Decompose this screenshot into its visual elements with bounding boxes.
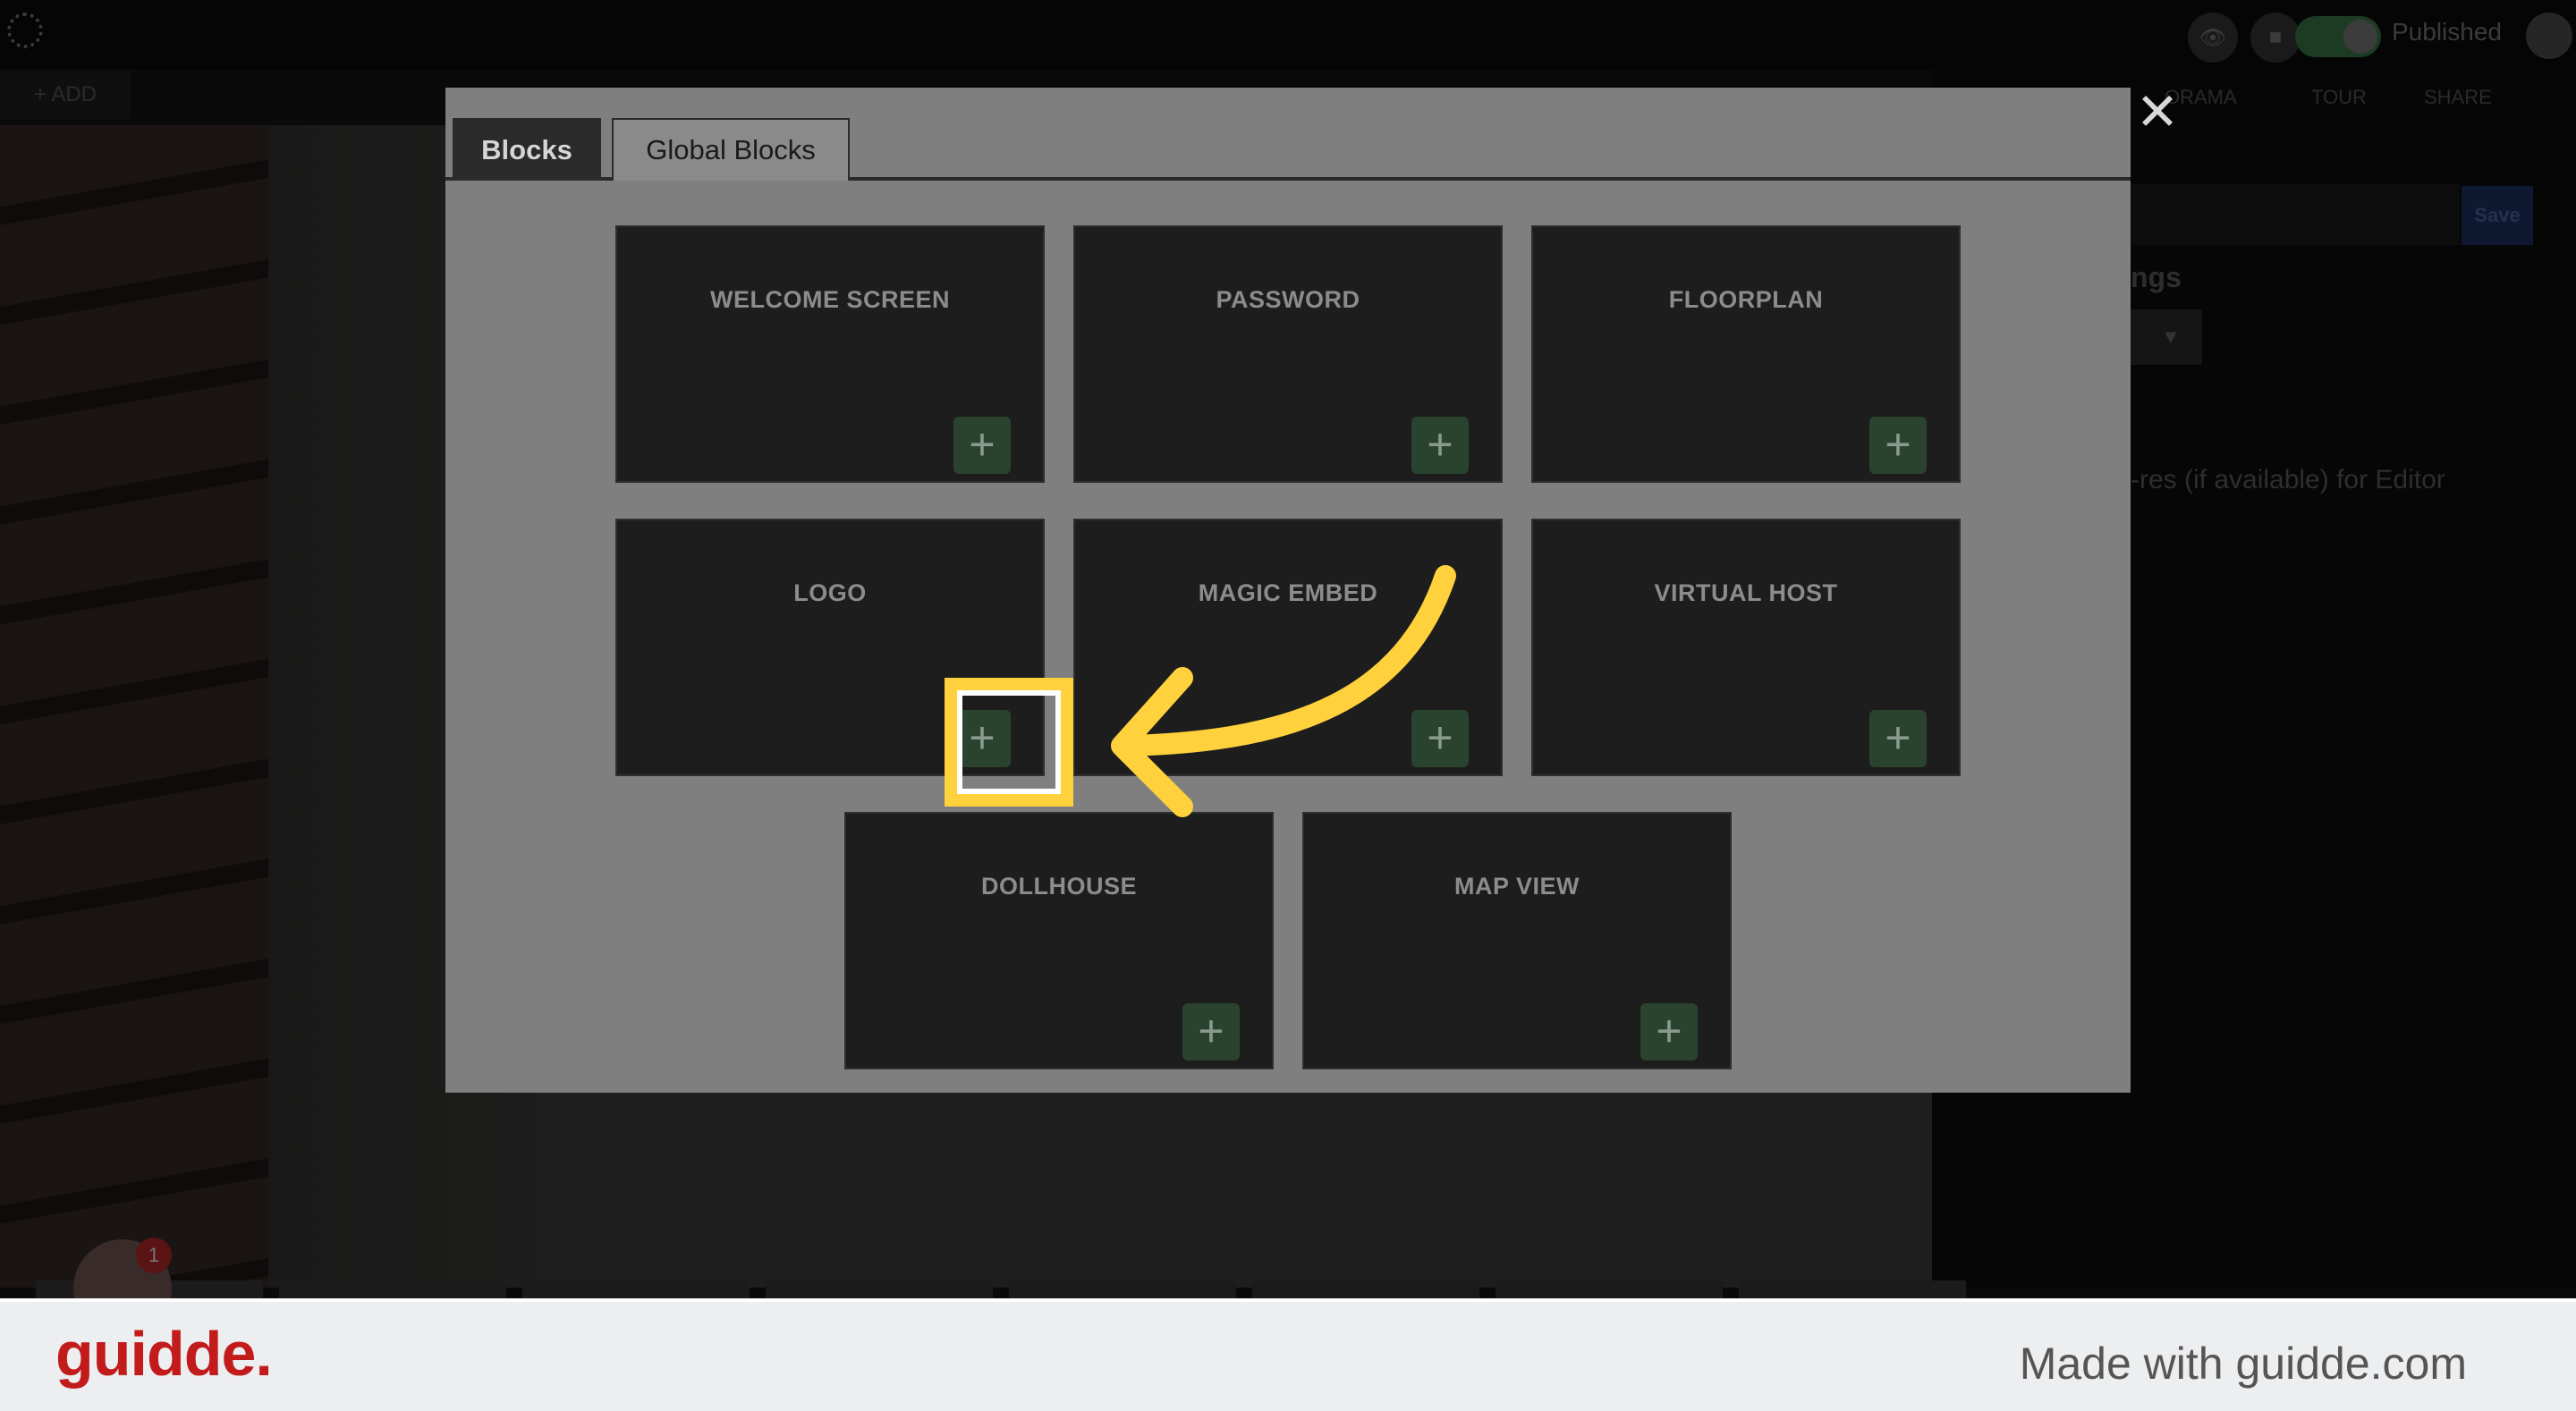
- save-button[interactable]: Save: [2462, 186, 2533, 245]
- tab-share[interactable]: SHARE: [2424, 86, 2492, 109]
- block-title: DOLLHOUSE: [980, 873, 1137, 900]
- made-with-text[interactable]: Made with guidde.com: [2020, 1338, 2467, 1390]
- modal-tabs: Blocks Global Blocks: [445, 88, 2131, 181]
- guidde-logo[interactable]: guidde.: [55, 1318, 273, 1390]
- block-title: MAGIC EMBED: [1198, 579, 1378, 606]
- scene-thumbnail[interactable]: [1739, 1280, 1966, 1298]
- title-input[interactable]: [2129, 184, 2460, 245]
- scene-thumbnail[interactable]: [522, 1280, 750, 1298]
- guidde-footer: guidde. Made with guidde.com: [0, 1298, 2576, 1411]
- add-block-button[interactable]: +: [1411, 710, 1469, 767]
- add-block-button[interactable]: +: [1869, 710, 1927, 767]
- add-block-button[interactable]: +: [1640, 1003, 1698, 1060]
- tab-global-blocks[interactable]: Global Blocks: [612, 118, 850, 181]
- scene-thumbnail[interactable]: [1252, 1280, 1479, 1298]
- top-bar: 👁 ■ Published: [0, 0, 2576, 70]
- block-title: WELCOME SCREEN: [709, 286, 950, 313]
- highlight-inner-box: [957, 690, 1061, 794]
- tab-blocks[interactable]: Blocks: [453, 118, 601, 181]
- block-title: VIRTUAL HOST: [1654, 579, 1838, 606]
- save-icon[interactable]: ■: [2250, 13, 2301, 63]
- eye-icon[interactable]: 👁: [2188, 13, 2238, 63]
- add-block-button[interactable]: +: [953, 417, 1011, 474]
- scene-thumbnail[interactable]: [1496, 1280, 1723, 1298]
- scene-wall: [0, 125, 268, 1288]
- close-icon[interactable]: ✕: [2134, 87, 2181, 139]
- add-block-button[interactable]: +: [1869, 417, 1927, 474]
- block-card-password[interactable]: PASSWORD +: [1073, 225, 1503, 483]
- block-title: MAP VIEW: [1453, 873, 1580, 900]
- scene-thumbnails: [0, 1280, 1966, 1298]
- block-card-welcome-screen[interactable]: WELCOME SCREEN +: [615, 225, 1045, 483]
- toggle-knob: [2343, 20, 2377, 54]
- notification-badge: 1: [136, 1238, 172, 1273]
- add-block-button[interactable]: +: [1411, 417, 1469, 474]
- block-card-map-view[interactable]: MAP VIEW +: [1302, 812, 1732, 1069]
- block-title: FLOORPLAN: [1668, 286, 1824, 313]
- scene-thumbnail[interactable]: [1009, 1280, 1236, 1298]
- published-label: Published: [2392, 18, 2502, 46]
- app-logo-icon[interactable]: [7, 13, 43, 48]
- blocks-modal: Blocks Global Blocks WELCOME SCREEN + PA…: [445, 88, 2131, 1093]
- block-card-floorplan[interactable]: FLOORPLAN +: [1531, 225, 1961, 483]
- publish-toggle[interactable]: [2295, 16, 2381, 57]
- tab-tour[interactable]: TOUR: [2311, 86, 2367, 109]
- scene-thumbnail[interactable]: [766, 1280, 993, 1298]
- avatar[interactable]: [2526, 13, 2572, 59]
- block-card-virtual-host[interactable]: VIRTUAL HOST +: [1531, 519, 1961, 776]
- settings-heading: ngs: [2131, 261, 2182, 293]
- block-title: PASSWORD: [1216, 286, 1360, 313]
- chevron-down-icon: ▼: [2161, 325, 2181, 348]
- block-card-magic-embed[interactable]: MAGIC EMBED +: [1073, 519, 1503, 776]
- scene-thumbnail[interactable]: [279, 1280, 506, 1298]
- add-button[interactable]: + ADD: [0, 70, 131, 120]
- block-card-dollhouse[interactable]: DOLLHOUSE +: [844, 812, 1274, 1069]
- hi-res-setting-label: -res (if available) for Editor: [2131, 465, 2445, 494]
- add-block-button[interactable]: +: [1182, 1003, 1240, 1060]
- block-title: LOGO: [793, 579, 867, 606]
- scene-floor: [537, 1091, 1932, 1288]
